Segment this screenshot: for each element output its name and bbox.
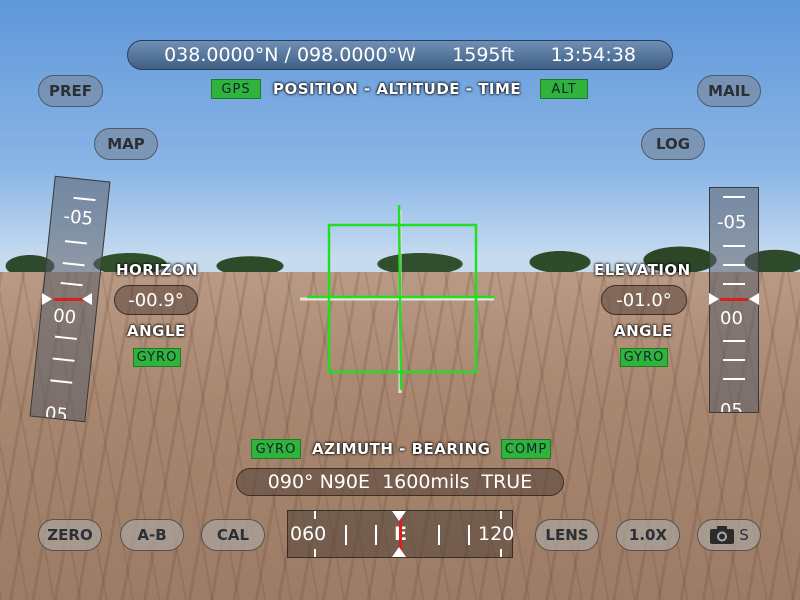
bearing-reference: TRUE bbox=[481, 471, 533, 493]
scale-tick bbox=[73, 196, 96, 202]
scale-tick bbox=[723, 359, 745, 361]
compass-bottom-marker-icon bbox=[392, 547, 406, 557]
compass-top-marker-icon bbox=[392, 511, 406, 521]
compass-tick bbox=[438, 525, 440, 545]
horizon-angle-readout: -00.9° bbox=[114, 285, 198, 315]
scale-tick bbox=[62, 262, 85, 267]
scale-tick bbox=[723, 378, 745, 380]
azimuth-bearing-title: AZIMUTH - BEARING bbox=[312, 440, 491, 458]
targeting-reticle bbox=[300, 204, 494, 393]
horizon-gyro-tag[interactable]: GYRO bbox=[133, 348, 181, 367]
log-button[interactable]: LOG bbox=[641, 128, 705, 160]
compass-tick bbox=[314, 511, 316, 519]
compass-label-120: 120 bbox=[478, 523, 515, 545]
compass-tick bbox=[468, 525, 470, 545]
zero-button[interactable]: ZERO bbox=[38, 519, 102, 551]
scale-tick bbox=[64, 240, 88, 245]
scale-tick bbox=[723, 340, 745, 342]
horizon-left-marker-icon bbox=[42, 293, 52, 305]
elevation-left-marker-icon bbox=[709, 293, 719, 305]
elevation-scale-label-zero: 00 bbox=[720, 308, 743, 329]
lens-button[interactable]: LENS bbox=[535, 519, 599, 551]
elevation-angle-readout: -01.0° bbox=[601, 285, 687, 315]
compass-tick bbox=[500, 511, 502, 519]
bearing-mils: 1600mils bbox=[382, 471, 470, 493]
scale-tick bbox=[60, 281, 83, 287]
compass-tick bbox=[345, 525, 347, 545]
alt-tag[interactable]: ALT bbox=[540, 79, 588, 99]
elevation-scale-label-minus5: -05 bbox=[717, 212, 747, 233]
position-altitude-time-title: POSITION - ALTITUDE - TIME bbox=[273, 80, 522, 98]
compass-tick bbox=[375, 525, 377, 545]
mail-button[interactable]: MAIL bbox=[697, 75, 761, 107]
scale-tick bbox=[723, 283, 745, 285]
latitude-value: 038.0000°N bbox=[164, 44, 279, 66]
elevation-scale-label-plus5: 05 bbox=[720, 400, 743, 413]
scale-tick bbox=[50, 379, 73, 384]
horizon-right-marker-icon bbox=[82, 293, 92, 305]
scale-tick bbox=[723, 264, 745, 266]
position-readout-bar: 038.0000°N / 098.0000°W 1595ft 13:54:38 bbox=[127, 40, 673, 70]
camera-icon bbox=[710, 526, 735, 544]
compass-tick bbox=[500, 549, 502, 557]
elevation-title: ELEVATION bbox=[594, 261, 691, 279]
a-b-button[interactable]: A-B bbox=[120, 519, 184, 551]
horizon-scale-label-minus5: -05 bbox=[62, 205, 94, 230]
horizon-scale-label-zero: 00 bbox=[52, 305, 78, 329]
compass-label-060: 060 bbox=[290, 523, 327, 545]
gps-tag[interactable]: GPS bbox=[211, 79, 261, 99]
azimuth-comp-tag[interactable]: COMP bbox=[501, 439, 551, 459]
pref-button[interactable]: PREF bbox=[38, 75, 103, 107]
scale-tick bbox=[54, 335, 77, 340]
azimuth-gyro-tag[interactable]: GYRO bbox=[251, 439, 301, 459]
bearing-degrees: 090° bbox=[267, 471, 314, 493]
scale-tick bbox=[723, 245, 745, 247]
compass-tick bbox=[314, 549, 316, 557]
elevation-angle-subtitle: ANGLE bbox=[614, 322, 673, 340]
altitude-value: 1595ft bbox=[452, 44, 515, 66]
bearing-quadrant: N90E bbox=[319, 471, 370, 493]
map-button[interactable]: MAP bbox=[94, 128, 158, 160]
elevation-indicator-line bbox=[720, 298, 748, 301]
horizon-indicator-line bbox=[54, 298, 84, 301]
time-value: 13:54:38 bbox=[550, 44, 636, 66]
zoom-level-button[interactable]: 1.0X bbox=[616, 519, 680, 551]
camera-button-suffix: S bbox=[739, 526, 749, 544]
horizon-title: HORIZON bbox=[116, 261, 199, 279]
cal-button[interactable]: CAL bbox=[201, 519, 265, 551]
horizon-angle-subtitle: ANGLE bbox=[127, 322, 186, 340]
bearing-readout-bar: 090° N90E 1600mils TRUE bbox=[236, 468, 564, 496]
longitude-value: 098.0000°W bbox=[296, 44, 416, 66]
elevation-gyro-tag[interactable]: GYRO bbox=[620, 348, 668, 367]
elevation-right-marker-icon bbox=[749, 293, 759, 305]
scale-tick bbox=[52, 357, 75, 362]
compass-tape[interactable]: 060 E 120 bbox=[287, 510, 515, 558]
scale-tick bbox=[723, 196, 745, 198]
camera-button[interactable]: S bbox=[697, 519, 761, 551]
